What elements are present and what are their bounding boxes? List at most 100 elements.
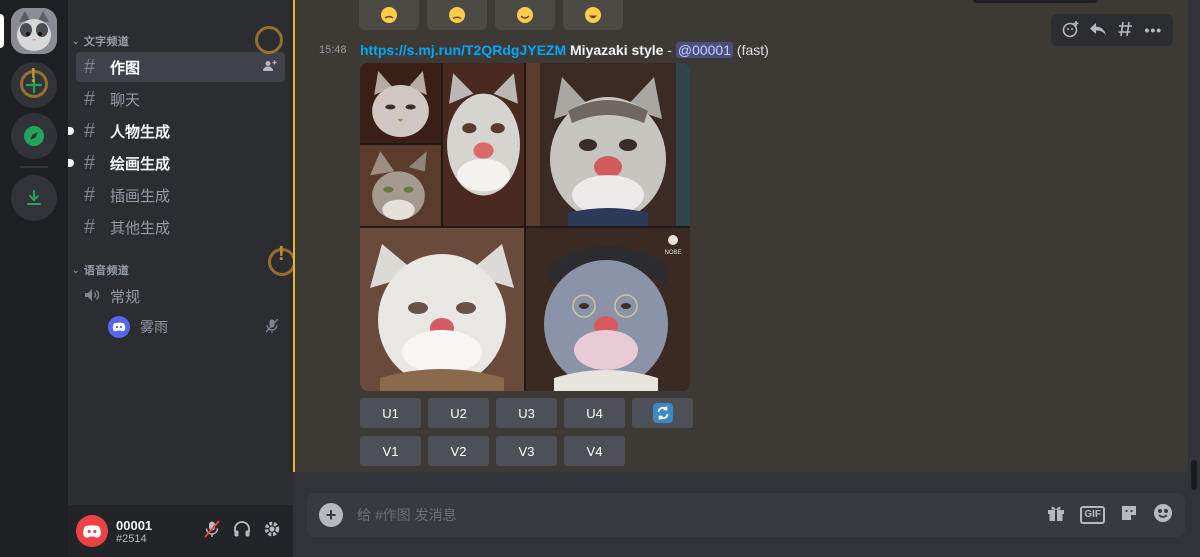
download-icon <box>27 190 41 205</box>
emoji-picker-icon[interactable] <box>1153 503 1173 528</box>
cat-thumbnail <box>443 63 524 226</box>
gear-icon[interactable] <box>263 520 281 543</box>
gif-icon[interactable]: GIF <box>1080 506 1105 524</box>
channel-item-qita[interactable]: # 其他生成 <box>76 212 285 242</box>
message-hover-toolbar: ••• <box>1051 14 1173 46</box>
create-thread-icon[interactable] <box>1117 20 1135 41</box>
download-apps-button[interactable] <box>11 175 57 221</box>
user-info[interactable]: 00001 #2514 <box>116 518 152 545</box>
server-rail: ! <box>0 0 68 557</box>
server-avatar-cat[interactable] <box>11 8 57 54</box>
hashtag-icon: # <box>84 87 96 110</box>
image-quadrant-2[interactable] <box>526 63 690 226</box>
emoji-smile-icon <box>517 7 533 23</box>
chat-area: ••• 15:48 https://s.mj.run/T2QRdgJYEZM M… <box>293 0 1200 557</box>
discord-logo-icon <box>108 316 130 338</box>
channel-item-chahua[interactable]: # 插画生成 <box>76 180 285 210</box>
category-label: 文字频道 <box>83 36 130 48</box>
reply-icon[interactable] <box>1089 21 1107 40</box>
hashtag-icon: # <box>84 55 96 78</box>
reroll-button[interactable] <box>632 398 693 428</box>
image-quadrant-4[interactable]: NOBE <box>526 228 690 391</box>
user-mention[interactable]: @00001 <box>675 42 734 58</box>
user-panel: 00001 #2514 <box>68 505 293 557</box>
compass-icon <box>24 126 44 146</box>
upscale-button-3[interactable]: U3 <box>496 398 557 428</box>
image-quadrant-3[interactable] <box>360 228 524 391</box>
emoji-sad-icon <box>449 7 465 23</box>
channel-label: 人物生成 <box>110 123 171 141</box>
mic-muted-icon <box>265 318 279 336</box>
variation-button-1[interactable]: V1 <box>360 436 421 466</box>
hashtag-icon: # <box>84 119 96 142</box>
cat-thumbnail <box>360 145 441 226</box>
voice-user-name: 雾雨 <box>140 319 168 335</box>
hashtag-icon: # <box>84 183 96 206</box>
message-input[interactable]: 给 #作图 发消息 <box>357 505 457 525</box>
voice-channel-category[interactable]: ⌄ 语音频道 <box>72 262 129 278</box>
reaction-button[interactable] <box>495 0 555 30</box>
speaker-icon <box>84 285 106 308</box>
upscale-button-4[interactable]: U4 <box>564 398 625 428</box>
hashtag-icon: # <box>84 151 96 174</box>
composer-tools: GIF <box>1046 503 1173 528</box>
prompt-text: Miyazaki style <box>566 42 664 58</box>
add-member-icon[interactable] <box>263 60 277 75</box>
channel-sidebar: ⌄ 文字频道 # 作图 # 聊天 # 人物生成 # 绘画生成 # 插画生成 # … <box>68 0 296 557</box>
scrollbar-thumb[interactable] <box>1191 460 1197 490</box>
channel-label: 聊天 <box>110 91 141 109</box>
hashtag-icon: # <box>84 215 96 238</box>
channel-label: 其他生成 <box>110 219 171 237</box>
channel-item-zuotu[interactable]: # 作图 <box>76 52 285 82</box>
variation-button-2[interactable]: V2 <box>428 436 489 466</box>
channel-item-renwu[interactable]: # 人物生成 <box>68 116 285 146</box>
chat-scrollbar[interactable] <box>1188 0 1200 490</box>
attach-plus-button[interactable]: + <box>319 503 343 527</box>
avatar[interactable] <box>76 515 108 547</box>
emoji-grin-icon <box>585 7 601 23</box>
channel-item-liaotian[interactable]: # 聊天 <box>76 84 285 114</box>
upscale-button-row: U1 U2 U3 U4 <box>360 398 693 428</box>
mic-muted-icon[interactable] <box>203 519 221 543</box>
add-reaction-icon[interactable] <box>1062 20 1080 41</box>
user-tag: #2514 <box>116 532 147 545</box>
warning-marker <box>255 26 283 54</box>
reaction-button[interactable] <box>427 0 487 30</box>
cat-thumbnail <box>360 63 441 143</box>
channel-label: 常规 <box>110 288 141 306</box>
gift-icon[interactable] <box>1046 503 1066 528</box>
variation-button-4[interactable]: V4 <box>564 436 625 466</box>
reaction-button[interactable] <box>563 0 623 30</box>
mode-label: (fast) <box>733 42 769 58</box>
generated-image-grid[interactable]: NOBE <box>360 63 690 391</box>
unread-indicator <box>68 159 74 167</box>
message-composer[interactable]: + 给 #作图 发消息 GIF <box>307 493 1185 537</box>
upscale-button-1[interactable]: U1 <box>360 398 421 428</box>
warning-marker: ! <box>20 65 48 98</box>
sticker-icon[interactable] <box>1119 503 1139 528</box>
channel-item-huihua[interactable]: # 绘画生成 <box>68 148 285 178</box>
message-timestamp: 15:48 <box>319 44 347 56</box>
refresh-icon <box>652 403 673 423</box>
reaction-button[interactable] <box>359 0 419 30</box>
voice-user[interactable]: 雾雨 <box>108 316 279 338</box>
headphones-icon[interactable] <box>233 520 251 543</box>
prompt-link[interactable]: https://s.mj.run/T2QRdgJYEZM <box>360 42 566 58</box>
variation-button-3[interactable]: V3 <box>496 436 557 466</box>
chevron-down-icon: ⌄ <box>72 264 80 275</box>
reaction-row <box>359 0 623 30</box>
svg-text:NOBE: NOBE <box>664 250 681 256</box>
message-content: https://s.mj.run/T2QRdgJYEZM Miyazaki st… <box>360 42 769 58</box>
top-bar-fragment <box>973 0 1097 3</box>
channel-label: 绘画生成 <box>110 155 171 173</box>
voice-channel-item[interactable]: 常规 <box>76 281 285 311</box>
separator: - <box>663 42 676 58</box>
upscale-button-2[interactable]: U2 <box>428 398 489 428</box>
image-quadrant-1[interactable] <box>360 63 524 226</box>
channel-label: 作图 <box>110 59 141 77</box>
text-channel-category[interactable]: ⌄ 文字频道 <box>72 33 129 49</box>
warning-marker: ! <box>268 243 296 276</box>
more-options-icon[interactable]: ••• <box>1144 22 1162 38</box>
selected-server-indicator <box>0 14 4 48</box>
explore-servers-button[interactable] <box>11 113 57 159</box>
